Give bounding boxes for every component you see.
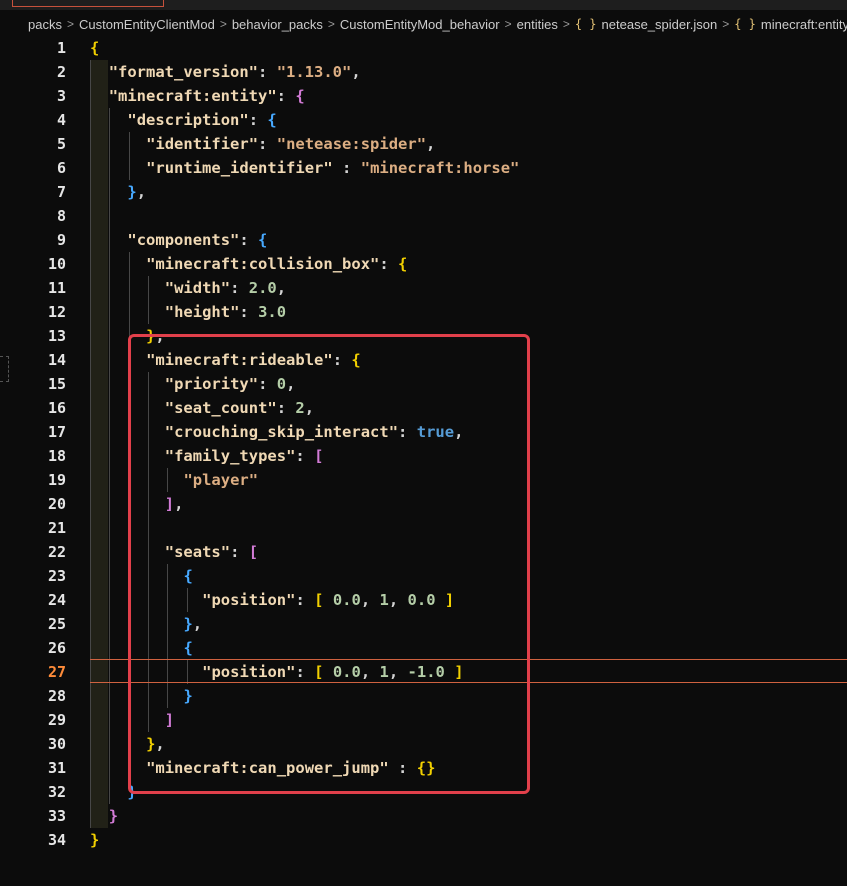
breadcrumb-item[interactable]: entities [517, 17, 558, 32]
code-text: "minecraft:entity": { [108, 87, 305, 105]
line-number: 25 [47, 615, 66, 633]
code-line[interactable]: 8 [0, 204, 847, 228]
code-line[interactable]: 3 "minecraft:entity": { [0, 84, 847, 108]
code-line[interactable]: 11 "width": 2.0, [0, 276, 847, 300]
code-line[interactable]: 12 "height": 3.0 [0, 300, 847, 324]
line-number: 18 [47, 447, 66, 465]
code-text: "components": { [127, 231, 268, 249]
line-number: 11 [47, 279, 66, 297]
line-number: 21 [47, 519, 66, 537]
code-text: "identifier": "netease:spider", [146, 135, 436, 153]
chevron-right-icon: > [722, 17, 730, 31]
breadcrumb-item[interactable]: packs [28, 17, 62, 32]
code-text: } [90, 831, 100, 849]
line-number: 14 [47, 351, 66, 369]
line-number: 19 [47, 471, 66, 489]
breadcrumb-item[interactable]: CustomEntityClientMod [79, 17, 215, 32]
line-number: 9 [56, 231, 66, 249]
chevron-right-icon: > [562, 17, 570, 31]
line-number: 34 [47, 831, 66, 849]
chevron-right-icon: > [327, 17, 335, 31]
breadcrumb-item[interactable]: netease_spider.json [602, 17, 718, 32]
code-line[interactable]: 1{ [0, 36, 847, 60]
line-number: 10 [47, 255, 66, 273]
line-number: 4 [56, 111, 66, 129]
breadcrumb-item[interactable]: behavior_packs [232, 17, 323, 32]
code-text: "width": 2.0, [164, 279, 287, 297]
code-text: "minecraft:collision_box": { [146, 255, 408, 273]
code-line[interactable]: 4 "description": { [0, 108, 847, 132]
code-line[interactable]: 5 "identifier": "netease:spider", [0, 132, 847, 156]
code-text: } [108, 807, 119, 825]
code-text: }, [127, 183, 147, 201]
code-text: { [90, 39, 100, 57]
code-text: "description": { [127, 111, 277, 129]
line-number: 23 [47, 567, 66, 585]
line-number: 26 [47, 639, 66, 657]
line-number: 7 [56, 183, 66, 201]
code-line[interactable]: 6 "runtime_identifier" : "minecraft:hors… [0, 156, 847, 180]
code-line[interactable]: 9 "components": { [0, 228, 847, 252]
chevron-right-icon: > [219, 17, 227, 31]
rideable-annotation-box [128, 334, 530, 794]
code-editor[interactable]: 1{2 "format_version": "1.13.0", 3 "minecr… [0, 36, 847, 886]
line-number: 17 [47, 423, 66, 441]
line-number: 33 [47, 807, 66, 825]
braces-icon: { } [734, 17, 756, 31]
tab-strip [0, 0, 847, 10]
code-line[interactable]: 33 } [0, 804, 847, 828]
line-number: 24 [47, 591, 66, 609]
line-number: 27 [47, 663, 66, 681]
line-number: 2 [56, 63, 66, 81]
line-number: 12 [47, 303, 66, 321]
line-number: 15 [47, 375, 66, 393]
code-line[interactable]: 34} [0, 828, 847, 852]
breadcrumb-item[interactable]: CustomEntityMod_behavior [340, 17, 500, 32]
code-text: "height": 3.0 [164, 303, 287, 321]
braces-icon: { } [574, 17, 597, 31]
line-number: 13 [47, 327, 66, 345]
tab-netease-spider[interactable] [12, 0, 164, 7]
breadcrumb: packs > CustomEntityClientMod > behavior_pac… [0, 10, 847, 38]
line-number: 31 [47, 759, 66, 777]
breadcrumb-item[interactable]: minecraft:entity [761, 17, 847, 32]
line-number: 29 [47, 711, 66, 729]
gutter-edge-marker [0, 356, 9, 382]
line-number: 22 [47, 543, 66, 561]
line-number: 3 [56, 87, 66, 105]
line-number: 32 [47, 783, 66, 801]
line-number: 16 [47, 399, 66, 417]
line-number: 28 [47, 687, 66, 705]
chevron-right-icon: > [504, 17, 512, 31]
code-line[interactable]: 7 }, [0, 180, 847, 204]
line-number: 30 [47, 735, 66, 753]
line-number: 6 [56, 159, 66, 177]
code-line[interactable]: 10 "minecraft:collision_box": { [0, 252, 847, 276]
line-number: 20 [47, 495, 66, 513]
line-number: 8 [56, 207, 66, 225]
code-line[interactable]: 2 "format_version": "1.13.0", [0, 60, 847, 84]
code-text: "format_version": "1.13.0", [108, 63, 361, 81]
line-number: 5 [56, 135, 66, 153]
chevron-right-icon: > [66, 17, 74, 31]
code-text: "runtime_identifier" : "minecraft:horse" [146, 159, 520, 177]
line-number: 1 [56, 39, 66, 57]
